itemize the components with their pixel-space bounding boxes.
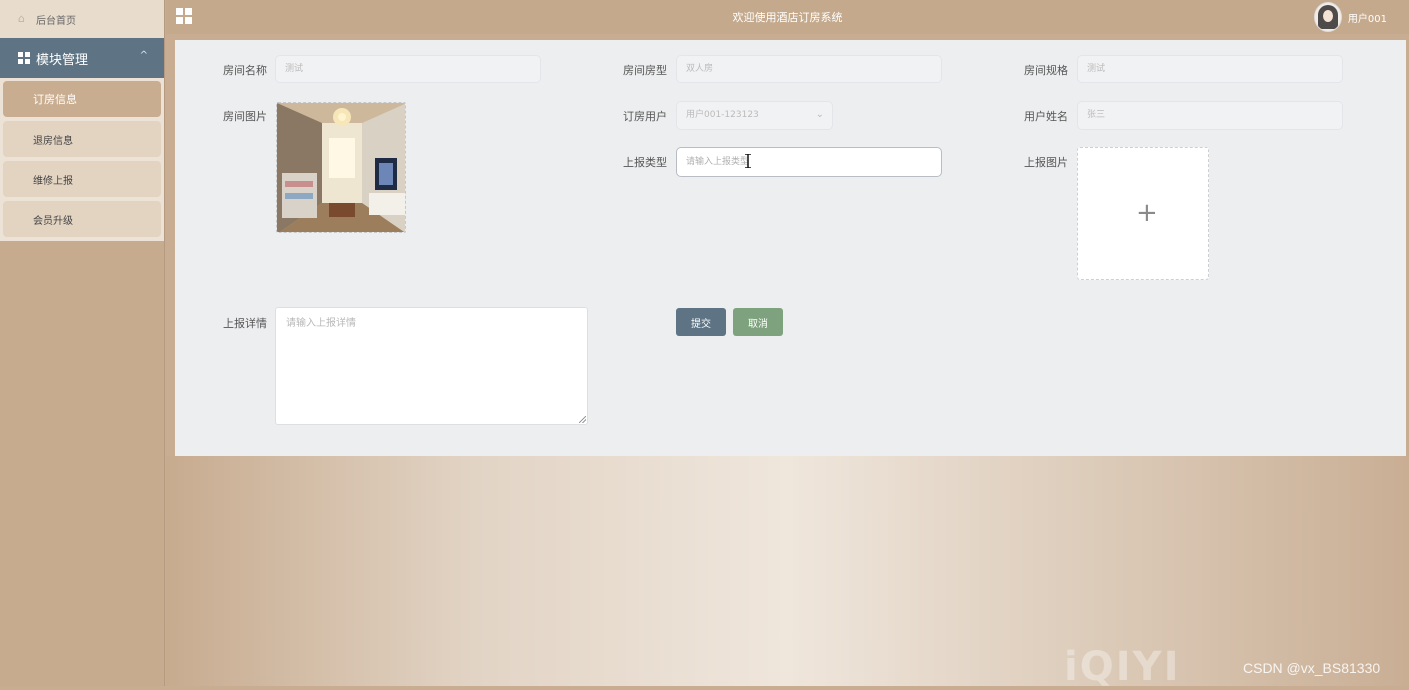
report-photo-upload[interactable]: + <box>1077 147 1209 280</box>
iqiyi-watermark: iQIYI <box>1064 644 1181 690</box>
sidebar-item-label: 订房信息 <box>33 93 77 106</box>
report-detail-textarea[interactable]: 请输入上报详情 <box>275 307 588 425</box>
room-spec-label: 房间规格 <box>1024 64 1068 77</box>
username: 用户001 <box>1347 13 1387 25</box>
csdn-watermark: CSDN @vx_BS81330 <box>1243 660 1381 676</box>
user-name-field: 张三 <box>1077 101 1343 130</box>
sidebar: ⌂ 后台首页 模块管理 ^ 订房信息 退房信息 维修上报 会员升级 <box>0 0 165 686</box>
user-menu[interactable]: 用户001 <box>1313 2 1387 32</box>
submit-button[interactable]: 提交 <box>676 308 726 336</box>
sidebar-item-home[interactable]: ⌂ 后台首页 <box>0 0 164 38</box>
page-title: 欢迎使用酒店订房系统 <box>732 11 843 24</box>
room-photo <box>276 102 406 233</box>
sidebar-item-checkout-info[interactable]: 退房信息 <box>3 121 161 157</box>
report-type-input[interactable]: 请输入上报类型 <box>676 147 942 177</box>
room-name-field: 测试 <box>275 55 541 83</box>
text-cursor-icon <box>745 154 751 168</box>
room-spec-field: 测试 <box>1077 55 1343 83</box>
sidebar-item-booking-info[interactable]: 订房信息 <box>3 81 161 117</box>
top-bar: 欢迎使用酒店订房系统 用户001 <box>166 0 1409 34</box>
booking-user-label: 订房用户 <box>623 110 667 123</box>
room-photo-label: 房间图片 <box>223 110 267 123</box>
avatar <box>1313 2 1342 32</box>
submenu: 订房信息 退房信息 维修上报 会员升级 <box>0 78 164 241</box>
chevron-up-icon: ^ <box>139 50 148 61</box>
room-type-label: 房间房型 <box>623 64 667 77</box>
user-name-label: 用户姓名 <box>1024 110 1068 123</box>
grid-icon <box>18 52 30 64</box>
report-detail-label: 上报详情 <box>223 317 267 330</box>
sidebar-item-label: 退房信息 <box>33 135 73 147</box>
background-fade <box>166 456 1409 686</box>
sidebar-module-header[interactable]: 模块管理 ^ <box>0 38 164 78</box>
report-photo-label: 上报图片 <box>1024 156 1068 169</box>
resize-handle-icon[interactable] <box>579 416 586 423</box>
sidebar-item-label: 维修上报 <box>33 175 73 187</box>
form-panel: 房间名称 测试 房间房型 双人房 房间规格 测试 房间图片 订房用户 用户001… <box>175 40 1406 456</box>
module-label: 模块管理 <box>36 52 89 68</box>
cancel-button[interactable]: 取消 <box>733 308 783 336</box>
sidebar-item-member-upgrade[interactable]: 会员升级 <box>3 201 161 237</box>
sidebar-item-repair-report[interactable]: 维修上报 <box>3 161 161 197</box>
report-detail-placeholder: 请输入上报详情 <box>286 318 356 329</box>
booking-user-select: 用户001-123123 ⌄ <box>676 101 833 130</box>
booking-user-value: 用户001-123123 <box>686 110 759 120</box>
report-type-label: 上报类型 <box>623 156 667 169</box>
sidebar-item-label: 后台首页 <box>36 15 76 27</box>
home-icon: ⌂ <box>18 12 25 25</box>
plus-icon: + <box>1136 198 1158 228</box>
chevron-down-icon: ⌄ <box>815 109 824 120</box>
sidebar-item-label: 会员升级 <box>33 215 73 227</box>
room-name-label: 房间名称 <box>223 64 267 77</box>
room-type-field: 双人房 <box>676 55 942 83</box>
